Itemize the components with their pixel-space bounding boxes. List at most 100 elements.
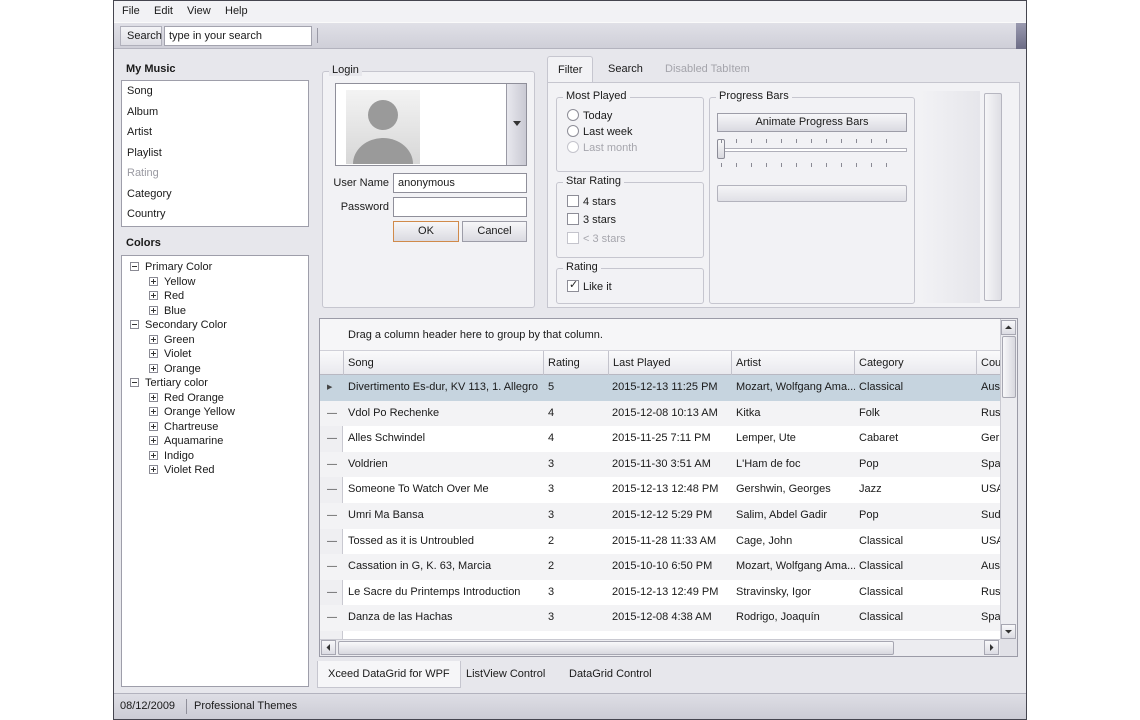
cell-artist[interactable]: Gershwin, Georges xyxy=(735,477,855,502)
cell-song[interactable]: Alles Schwindel xyxy=(347,426,542,451)
cell-rating[interactable]: 3 xyxy=(547,452,607,477)
password-field[interactable] xyxy=(393,197,527,217)
vertical-scrollbar[interactable] xyxy=(1000,319,1017,641)
radio-icon[interactable] xyxy=(567,125,579,137)
table-row[interactable]: ▶ Divertimento Es-dur, KV 113, 1. Allegro… xyxy=(320,375,1000,401)
list-item-country[interactable]: Country xyxy=(122,204,308,225)
expand-icon[interactable] xyxy=(149,436,158,445)
tree-node-violet[interactable]: Violet xyxy=(149,348,191,362)
list-item-category[interactable]: Category xyxy=(122,184,308,205)
tree-node-yellow[interactable]: Yellow xyxy=(149,276,195,290)
tab-filter[interactable]: Filter xyxy=(547,56,594,83)
collapse-icon[interactable] xyxy=(130,320,139,329)
expand-icon[interactable] xyxy=(149,349,158,358)
scroll-left-icon[interactable] xyxy=(321,640,336,655)
cell-rating[interactable]: 3 xyxy=(547,477,607,502)
radio-today[interactable]: Today xyxy=(567,109,612,122)
menu-help[interactable]: Help xyxy=(225,5,248,17)
table-row[interactable]: — Vdol Po Rechenke 4 2015-12-08 10:13 AM Kit… xyxy=(320,400,1001,427)
tree-node-blue[interactable]: Blue xyxy=(149,305,186,319)
cell-artist[interactable]: Mozart, Wolfgang Ama... xyxy=(735,375,855,400)
my-music-list[interactable]: Song Album Artist Playlist Rating Catego… xyxy=(121,80,309,227)
cell-last-played[interactable]: 2015-10-10 6:50 PM xyxy=(611,554,731,579)
cell-last-played[interactable]: 2015-11-28 11:33 AM xyxy=(611,529,731,554)
avatar-dropdown-button[interactable] xyxy=(506,84,526,165)
checkbox-like-it[interactable]: Like it xyxy=(567,278,612,293)
table-row[interactable]: — Voldrien 3 2015-11-30 3:51 AM L'Ham de foc… xyxy=(320,451,1001,478)
expand-icon[interactable] xyxy=(149,392,158,402)
table-row[interactable]: — Umri Ma Bansa 3 2015-12-12 5:29 PM Salim, … xyxy=(320,503,1001,529)
cell-last-played[interactable]: 2015-12-08 10:13 AM xyxy=(611,401,731,426)
collapse-icon[interactable] xyxy=(130,262,139,271)
tree-node-tertiary[interactable]: Tertiary color xyxy=(130,377,208,391)
expand-icon[interactable] xyxy=(149,305,158,315)
scroll-down-icon[interactable] xyxy=(1001,624,1016,639)
cell-last-played[interactable]: 2015-12-12 5:29 PM xyxy=(611,503,731,528)
cell-artist[interactable]: Kitka xyxy=(735,401,855,426)
cell-song[interactable]: Umri Ma Bansa xyxy=(347,503,542,528)
tree-node-violet-red[interactable]: Violet Red xyxy=(149,464,215,478)
cell-category[interactable]: Classical xyxy=(858,529,976,554)
tree-node-aquamarine[interactable]: Aquamarine xyxy=(149,435,223,449)
cell-last-played[interactable]: 2015-12-13 12:48 PM xyxy=(611,477,731,502)
cell-song[interactable]: Vdol Po Rechenke xyxy=(347,401,542,426)
cell-song[interactable]: Tossed as it is Untroubled xyxy=(347,529,542,554)
cell-song[interactable]: Danza de las Hachas xyxy=(347,605,542,630)
column-header-song[interactable]: Song xyxy=(343,351,543,375)
cell-last-played[interactable]: 2015-11-25 7:11 PM xyxy=(611,426,731,451)
menu-file[interactable]: File xyxy=(122,5,140,17)
cell-category[interactable]: Pop xyxy=(858,503,976,528)
cell-song[interactable]: Cassation in G, K. 63, Marcia xyxy=(347,554,542,579)
cell-rating[interactable]: 3 xyxy=(547,503,607,528)
tree-node-red-orange[interactable]: Red Orange xyxy=(149,392,224,406)
menu-view[interactable]: View xyxy=(187,5,211,17)
tab-search[interactable]: Search xyxy=(598,56,653,83)
tree-node-orange-yellow[interactable]: Orange Yellow xyxy=(149,406,235,420)
cell-category[interactable]: Classical xyxy=(858,605,976,630)
cell-rating[interactable]: 5 xyxy=(547,375,607,400)
tree-node-indigo[interactable]: Indigo xyxy=(149,450,194,464)
list-item-album[interactable]: Album xyxy=(122,102,308,123)
cell-song[interactable]: Voldrien xyxy=(347,452,542,477)
cell-rating[interactable]: 2 xyxy=(547,529,607,554)
cell-last-played[interactable]: 2015-12-08 4:38 AM xyxy=(611,605,731,630)
cancel-button[interactable]: Cancel xyxy=(462,221,527,242)
expand-icon[interactable] xyxy=(149,450,158,460)
cell-last-played[interactable]: 2015-12-13 12:49 PM xyxy=(611,580,731,605)
username-field[interactable]: anonymous xyxy=(393,173,527,193)
avatar-selector[interactable] xyxy=(335,83,527,166)
cell-rating[interactable]: 3 xyxy=(547,605,607,630)
cell-rating[interactable]: 3 xyxy=(547,580,607,605)
table-row[interactable]: — Tossed as it is Untroubled 2 2015-11-28 1… xyxy=(320,529,1004,555)
scroll-right-icon[interactable] xyxy=(984,640,999,655)
radio-last-week[interactable]: Last week xyxy=(567,125,633,138)
cell-artist[interactable]: Cage, John xyxy=(735,529,855,554)
list-item-playlist[interactable]: Playlist xyxy=(122,143,308,164)
animate-progress-button[interactable]: Animate Progress Bars xyxy=(717,113,907,132)
expand-icon[interactable] xyxy=(149,291,158,300)
table-row[interactable]: — Alles Schwindel 4 2015-11-25 7:11 PM Lempe… xyxy=(320,426,1000,452)
checkbox-icon[interactable] xyxy=(567,213,579,225)
column-header-category[interactable]: Category xyxy=(854,351,976,375)
table-row[interactable]: — Someone To Watch Over Me 3 2015-12-13 12:… xyxy=(320,477,1004,503)
cell-artist[interactable]: Lemper, Ute xyxy=(735,426,855,451)
search-input[interactable]: type in your search xyxy=(164,26,312,46)
cell-category[interactable]: Classical xyxy=(858,580,976,605)
toolbar-overflow-grip[interactable] xyxy=(1016,23,1026,49)
tree-node-secondary[interactable]: Secondary Color xyxy=(130,319,227,333)
cell-artist[interactable]: Stravinsky, Igor xyxy=(735,580,855,605)
column-header-rating[interactable]: Rating xyxy=(543,351,608,375)
tab-datagrid-control[interactable]: DataGrid Control xyxy=(559,661,662,688)
cell-rating[interactable]: 2 xyxy=(547,554,607,579)
table-row[interactable]: — Danza de las Hachas 3 2015-12-08 4:38 AM R… xyxy=(320,605,1001,631)
tree-node-orange[interactable]: Orange xyxy=(149,363,201,377)
tree-node-green[interactable]: Green xyxy=(149,334,195,348)
tab-xceed-datagrid[interactable]: Xceed DataGrid for WPF xyxy=(317,661,461,688)
expand-icon[interactable] xyxy=(149,334,158,344)
checkmark-icon[interactable] xyxy=(567,278,579,292)
list-item-artist[interactable]: Artist xyxy=(122,122,308,143)
cell-song[interactable]: Divertimento Es-dur, KV 113, 1. Allegro xyxy=(347,375,542,400)
cell-category[interactable]: Cabaret xyxy=(858,426,976,451)
checkbox-icon[interactable] xyxy=(567,195,579,207)
checkbox-4-stars[interactable]: 4 stars xyxy=(567,195,616,208)
